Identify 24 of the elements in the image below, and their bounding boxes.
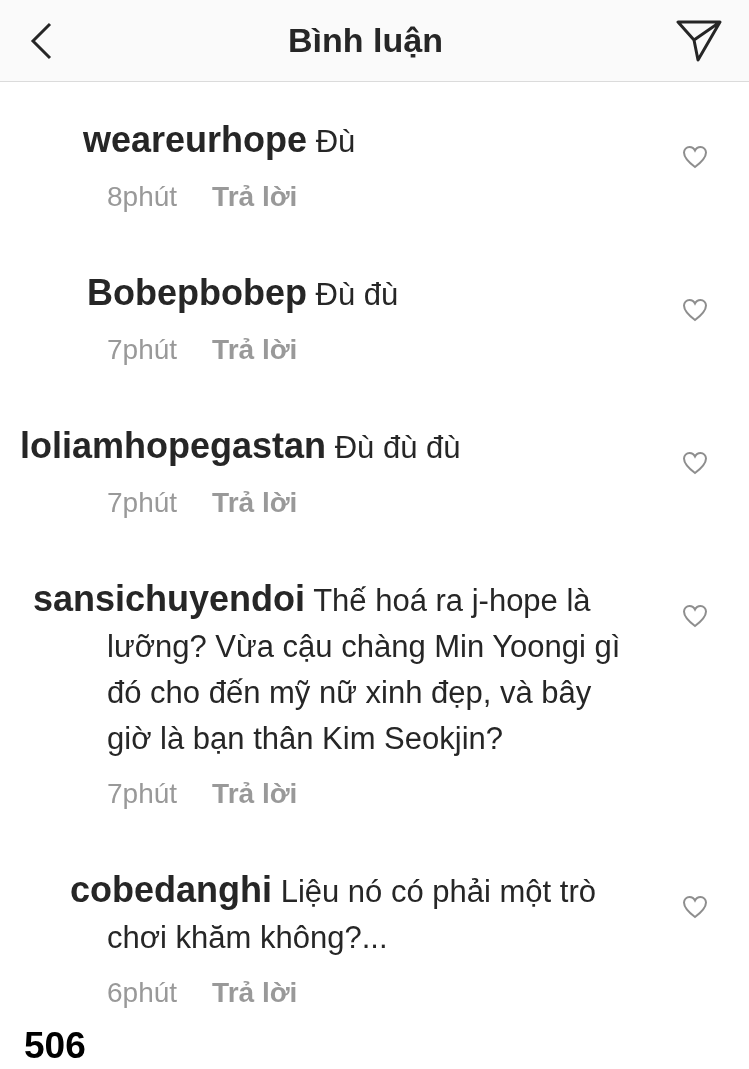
comment-text: loliamhopegastan Đù đù đù (19, 424, 462, 468)
reply-link[interactable]: Trả lời (212, 482, 298, 524)
screen-title: Bình luận (288, 20, 443, 61)
comment-text: Bobepbobep Đù đù (86, 271, 400, 315)
reply-link[interactable]: Trả lời (212, 972, 298, 1014)
heart-icon[interactable] (681, 604, 708, 628)
comment-text: weareurhope Đù (82, 118, 357, 162)
comment-time: 8phút (107, 180, 178, 214)
heart-icon[interactable] (681, 298, 708, 322)
comment-time: 7phút (107, 333, 178, 367)
comment-time: 7phút (107, 777, 178, 811)
page-number: 506 (24, 1024, 86, 1068)
reply-link[interactable]: Trả lời (212, 329, 298, 371)
comment-text: cobedanghi Liệu nó có phải một trò chơi khăm không?... (69, 868, 597, 957)
send-icon (676, 19, 722, 62)
comment-time: 6phút (107, 976, 178, 1010)
reply-link[interactable]: Trả lời (212, 773, 298, 815)
heart-icon[interactable] (681, 451, 708, 475)
back-icon (30, 21, 52, 60)
heart-icon[interactable] (681, 895, 708, 919)
comment-time: 7phút (107, 486, 178, 520)
reply-link[interactable]: Trả lời (212, 176, 298, 218)
heart-icon[interactable] (681, 145, 708, 169)
comment-text: sansichuyendoi Thế hoá ra j-hope là lưỡng? Vừa cậu chàng Min Yoongi gì đó cho đến mỹ nữ xinh đẹp, và bây giờ là bạn thân Kim Seokjin? (32, 577, 622, 758)
